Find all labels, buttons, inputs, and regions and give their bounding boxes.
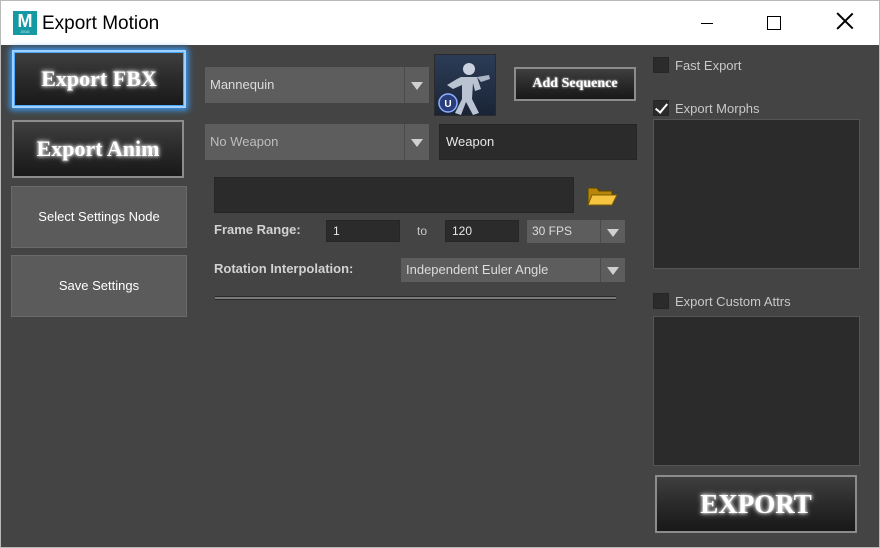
weapon-dropdown[interactable]: No Weapon [205, 124, 429, 160]
rotation-interpolation-label: Rotation Interpolation: [214, 261, 354, 276]
fps-dropdown-value: 30 FPS [532, 224, 573, 238]
maya-app-icon: M 2016 [13, 11, 37, 35]
export-button[interactable]: EXPORT [655, 475, 857, 533]
export-fbx-button[interactable]: Export FBX [12, 50, 186, 108]
fast-export-checkbox[interactable] [653, 57, 669, 73]
minimize-button[interactable] [684, 7, 730, 41]
export-morphs-label: Export Morphs [675, 101, 760, 116]
add-sequence-button[interactable]: Add Sequence [514, 67, 636, 101]
frame-end-field[interactable]: 120 [445, 220, 519, 242]
character-dropdown-value: Mannequin [210, 77, 275, 92]
chevron-down-icon [404, 124, 429, 160]
frame-to-label: to [417, 224, 428, 238]
export-morphs-checkbox[interactable] [653, 100, 669, 116]
svg-text:U: U [444, 99, 451, 110]
chevron-down-icon [600, 258, 625, 282]
separator [215, 296, 616, 300]
chevron-down-icon [600, 220, 625, 243]
save-settings-button[interactable]: Save Settings [11, 255, 187, 317]
weapon-dropdown-value: No Weapon [210, 134, 279, 149]
morphs-list[interactable] [653, 119, 860, 269]
select-settings-node-button[interactable]: Select Settings Node [11, 186, 187, 248]
fps-dropdown[interactable]: 30 FPS [527, 220, 625, 243]
export-custom-attrs-label: Export Custom Attrs [675, 294, 791, 309]
character-dropdown[interactable]: Mannequin [205, 67, 429, 103]
close-button[interactable] [821, 7, 867, 41]
weapon-name-field[interactable]: Weapon [439, 124, 637, 160]
export-path-field[interactable] [214, 177, 574, 213]
maximize-button[interactable] [751, 7, 797, 41]
fast-export-label: Fast Export [675, 58, 742, 73]
rotation-interpolation-dropdown[interactable]: Independent Euler Angle [401, 258, 625, 282]
frame-start-field[interactable]: 1 [326, 220, 400, 242]
custom-attrs-list[interactable] [653, 316, 860, 466]
folder-icon[interactable] [586, 184, 618, 208]
rotation-interpolation-value: Independent Euler Angle [406, 262, 549, 277]
title-bar: M 2016 Export Motion [0, 0, 880, 45]
character-thumbnail-icon[interactable]: U [434, 54, 496, 116]
window-title: Export Motion [42, 13, 160, 34]
export-anim-button[interactable]: Export Anim [12, 120, 184, 178]
export-custom-attrs-checkbox[interactable] [653, 293, 669, 309]
chevron-down-icon [404, 67, 429, 103]
frame-range-label: Frame Range: [214, 222, 301, 237]
